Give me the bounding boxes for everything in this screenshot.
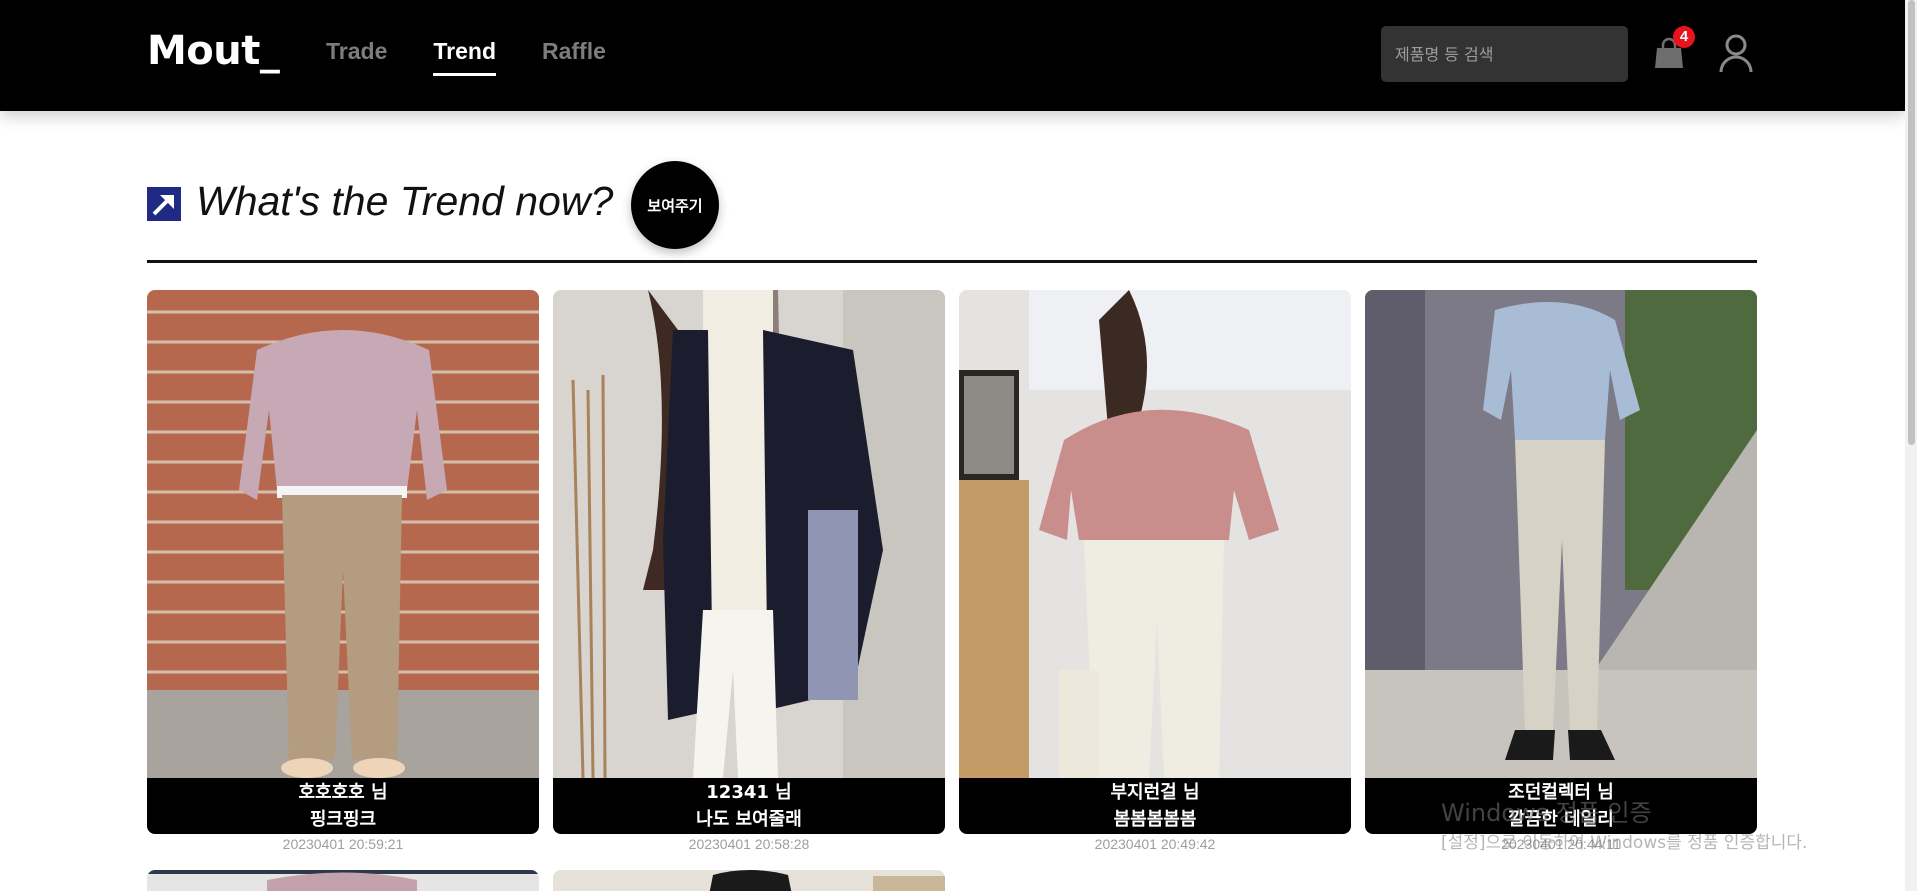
post-title: 나도 보여줄래 <box>696 809 802 830</box>
post-caption: 12341 님 나도 보여줄래 <box>553 778 945 834</box>
post-caption: 부지런걸 님 봄봄봄봄봄 <box>959 778 1351 834</box>
trend-card[interactable]: 호호호호 님 핑크핑크 20230401 20:59:21 <box>147 290 539 852</box>
trend-card-partial[interactable] <box>147 870 539 891</box>
show-button[interactable]: 보여주기 <box>631 161 719 249</box>
nav-raffle[interactable]: Raffle <box>542 38 606 76</box>
trend-card-partial[interactable] <box>553 870 945 891</box>
page-title: What's the Trend now? <box>196 178 614 224</box>
user-icon[interactable] <box>1718 33 1754 73</box>
activation-watermark-text: [설정]으로 이동하여 Windows를 정품 인증합니다. <box>1441 833 1808 853</box>
post-image[interactable] <box>1365 290 1757 778</box>
post-title: 핑크핑크 <box>309 809 377 830</box>
cart-count-badge: 4 <box>1673 26 1695 48</box>
post-caption: 호호호호 님 핑크핑크 <box>147 778 539 834</box>
post-date: 20230401 20:49:42 <box>1094 836 1216 852</box>
top-navigation-bar: Mout_ Trade Trend Raffle 4 <box>0 0 1905 111</box>
scrollbar-thumb[interactable] <box>1908 0 1915 445</box>
post-image[interactable] <box>147 290 539 778</box>
post-author: 부지런걸 님 <box>1110 782 1200 803</box>
trend-card[interactable]: 부지런걸 님 봄봄봄봄봄 20230401 20:49:42 <box>959 290 1351 852</box>
post-date: 20230401 20:59:21 <box>282 836 404 852</box>
post-author: 호호호호 님 <box>298 782 388 803</box>
post-image[interactable] <box>553 290 945 778</box>
main-nav: Trade Trend Raffle <box>326 38 606 76</box>
nav-trend[interactable]: Trend <box>433 38 496 76</box>
post-image[interactable] <box>959 290 1351 778</box>
trend-card[interactable]: 12341 님 나도 보여줄래 20230401 20:58:28 <box>553 290 945 852</box>
search-input[interactable] <box>1381 26 1628 82</box>
post-title: 봄봄봄봄봄 <box>1113 809 1197 830</box>
trend-card[interactable]: 조던컬렉터 님 깔끔한 데일리 20230401 20:44:11 <box>1365 290 1757 852</box>
post-date: 20230401 20:58:28 <box>688 836 810 852</box>
post-author: 12341 님 <box>706 782 792 803</box>
logo[interactable]: Mout_ <box>147 28 280 74</box>
title-divider <box>147 260 1757 263</box>
trend-arrow-icon <box>147 187 181 221</box>
nav-trade[interactable]: Trade <box>326 38 387 76</box>
activation-watermark-title: Windows 정품 인증 <box>1441 799 1652 827</box>
